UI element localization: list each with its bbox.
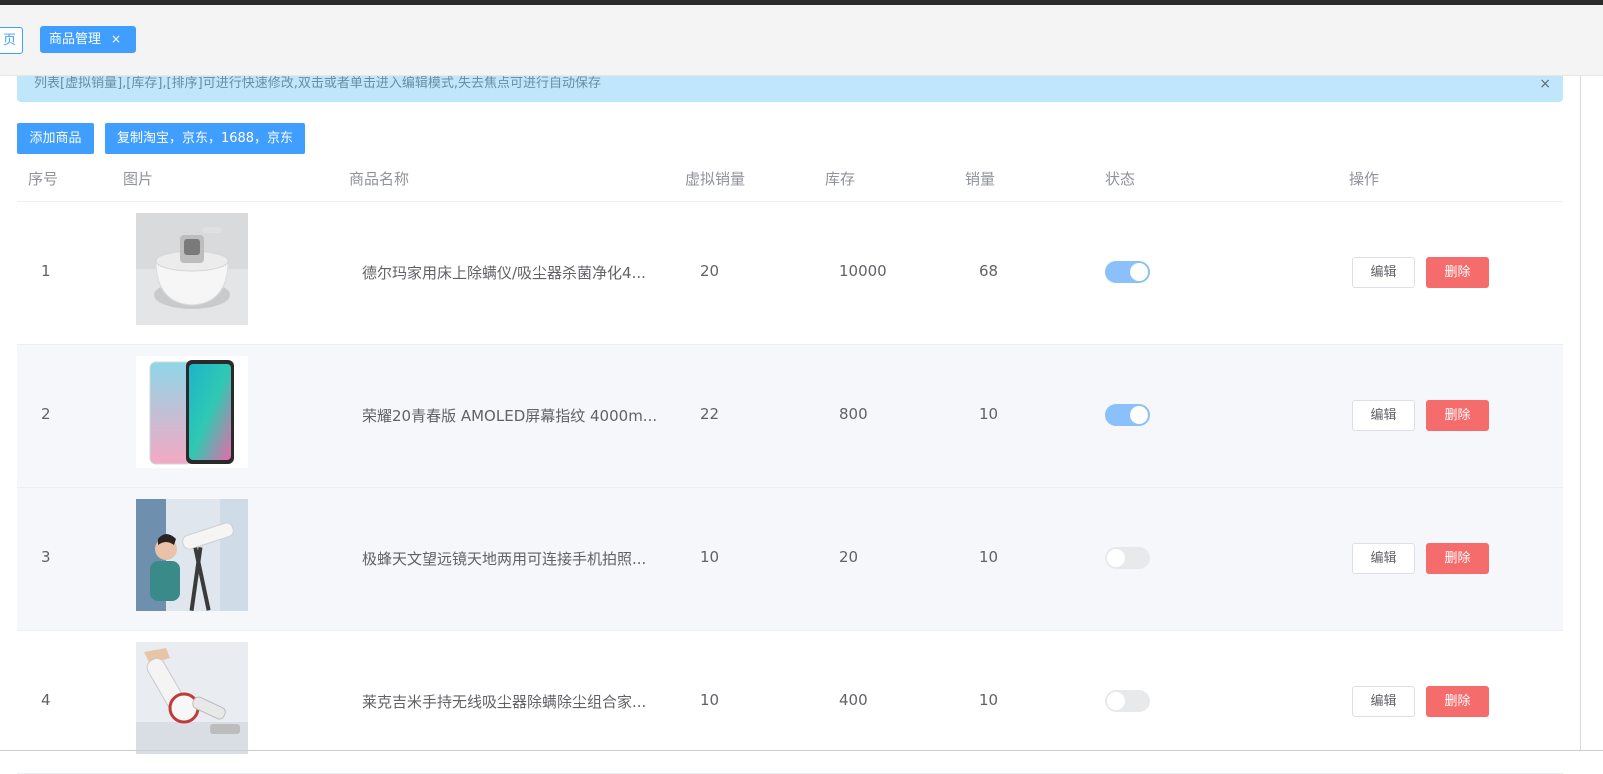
close-icon[interactable]: × (1539, 76, 1551, 92)
table-row: 4 莱克吉米手持无线吸尘器除螨除尘组合家... 10 400 10 编辑 删除 (17, 631, 1563, 774)
cell-product-name: 极蜂天文望远镜天地两用可连接手机拍照... (362, 550, 647, 568)
status-toggle[interactable] (1105, 261, 1150, 283)
toggle-knob (1107, 549, 1125, 567)
cell-sales: 10 (979, 405, 999, 423)
header-actions: 操作 (1349, 170, 1380, 188)
tag-home[interactable]: 页 (0, 27, 23, 54)
copy-product-button[interactable]: 复制淘宝，京东，1688，京东 (105, 123, 305, 154)
table-row: 1 德尔玛家用床上除螨仪/吸尘器杀菌净化4... 20 10000 68 编辑 … (17, 202, 1563, 345)
table-row: 3 极蜂天文望远镜天地两用可连接手机拍照... 10 20 10 编辑 删除 (17, 488, 1563, 631)
add-product-button[interactable]: 添加商品 (17, 123, 94, 154)
edit-button[interactable]: 编辑 (1352, 686, 1415, 717)
header-index: 序号 (28, 170, 59, 188)
cell-sales: 68 (979, 262, 999, 280)
toggle-knob (1130, 263, 1148, 281)
status-toggle[interactable] (1105, 547, 1150, 569)
delete-button[interactable]: 删除 (1426, 686, 1489, 717)
product-image-phone (136, 356, 248, 468)
header-name: 商品名称 (349, 170, 410, 188)
cell-virtual-sales[interactable]: 20 (700, 262, 719, 280)
cell-virtual-sales[interactable]: 10 (700, 548, 719, 566)
header-image: 图片 (123, 170, 154, 188)
header-status: 状态 (1105, 170, 1136, 188)
cell-virtual-sales[interactable]: 22 (700, 405, 719, 423)
cell-product-name: 荣耀20青春版 AMOLED屏幕指纹 4000m... (362, 407, 658, 425)
table-header: 序号 图片 商品名称 虚拟销量 库存 销量 状态 操作 (17, 160, 1563, 202)
tag-home-label: 页 (3, 33, 17, 48)
edit-button[interactable]: 编辑 (1352, 257, 1415, 288)
edit-button[interactable]: 编辑 (1352, 400, 1415, 431)
product-image-mite-remover (136, 213, 248, 325)
cell-sales: 10 (979, 548, 999, 566)
table-row: 2 荣耀20青春版 AMOLED屏幕指纹 4000m... 22 800 10 … (17, 345, 1563, 488)
cell-stock[interactable]: 10000 (839, 262, 887, 280)
cell-product-name: 莱克吉米手持无线吸尘器除螨除尘组合家... (362, 693, 647, 711)
product-table: 序号 图片 商品名称 虚拟销量 库存 销量 状态 操作 1 德尔玛家用床上除螨仪… (17, 160, 1563, 774)
edit-button[interactable]: 编辑 (1352, 543, 1415, 574)
header-virtual-sales: 虚拟销量 (685, 170, 746, 188)
cell-index: 4 (41, 691, 51, 709)
cell-stock[interactable]: 400 (839, 691, 868, 709)
tag-product-management[interactable]: 商品管理 × (40, 26, 136, 53)
scrollbar-divider (1580, 76, 1581, 751)
cell-stock[interactable]: 800 (839, 405, 868, 423)
product-image-vacuum (136, 642, 248, 754)
cell-stock[interactable]: 20 (839, 548, 858, 566)
info-alert: 列表[虚拟销量],[库存],[排序]可进行快速修改,双击或者单击进入编辑模式,失… (17, 76, 1563, 102)
header-sales: 销量 (965, 170, 996, 188)
tag-active-label: 商品管理 (49, 32, 102, 47)
cell-index: 1 (41, 262, 51, 280)
tags-bar: 页 商品管理 × (0, 5, 1603, 76)
product-image-telescope (136, 499, 248, 611)
cell-index: 2 (41, 405, 51, 423)
toggle-knob (1107, 692, 1125, 710)
close-icon[interactable]: × (111, 27, 121, 52)
toggle-knob (1130, 406, 1148, 424)
cell-sales: 10 (979, 691, 999, 709)
delete-button[interactable]: 删除 (1426, 543, 1489, 574)
status-toggle[interactable] (1105, 404, 1150, 426)
status-toggle[interactable] (1105, 690, 1150, 712)
delete-button[interactable]: 删除 (1426, 400, 1489, 431)
alert-text: 列表[虚拟销量],[库存],[排序]可进行快速修改,双击或者单击进入编辑模式,失… (34, 76, 601, 91)
cell-virtual-sales[interactable]: 10 (700, 691, 719, 709)
delete-button[interactable]: 删除 (1426, 257, 1489, 288)
cell-index: 3 (41, 548, 51, 566)
cell-product-name: 德尔玛家用床上除螨仪/吸尘器杀菌净化4... (362, 264, 646, 282)
header-stock: 库存 (825, 170, 856, 188)
